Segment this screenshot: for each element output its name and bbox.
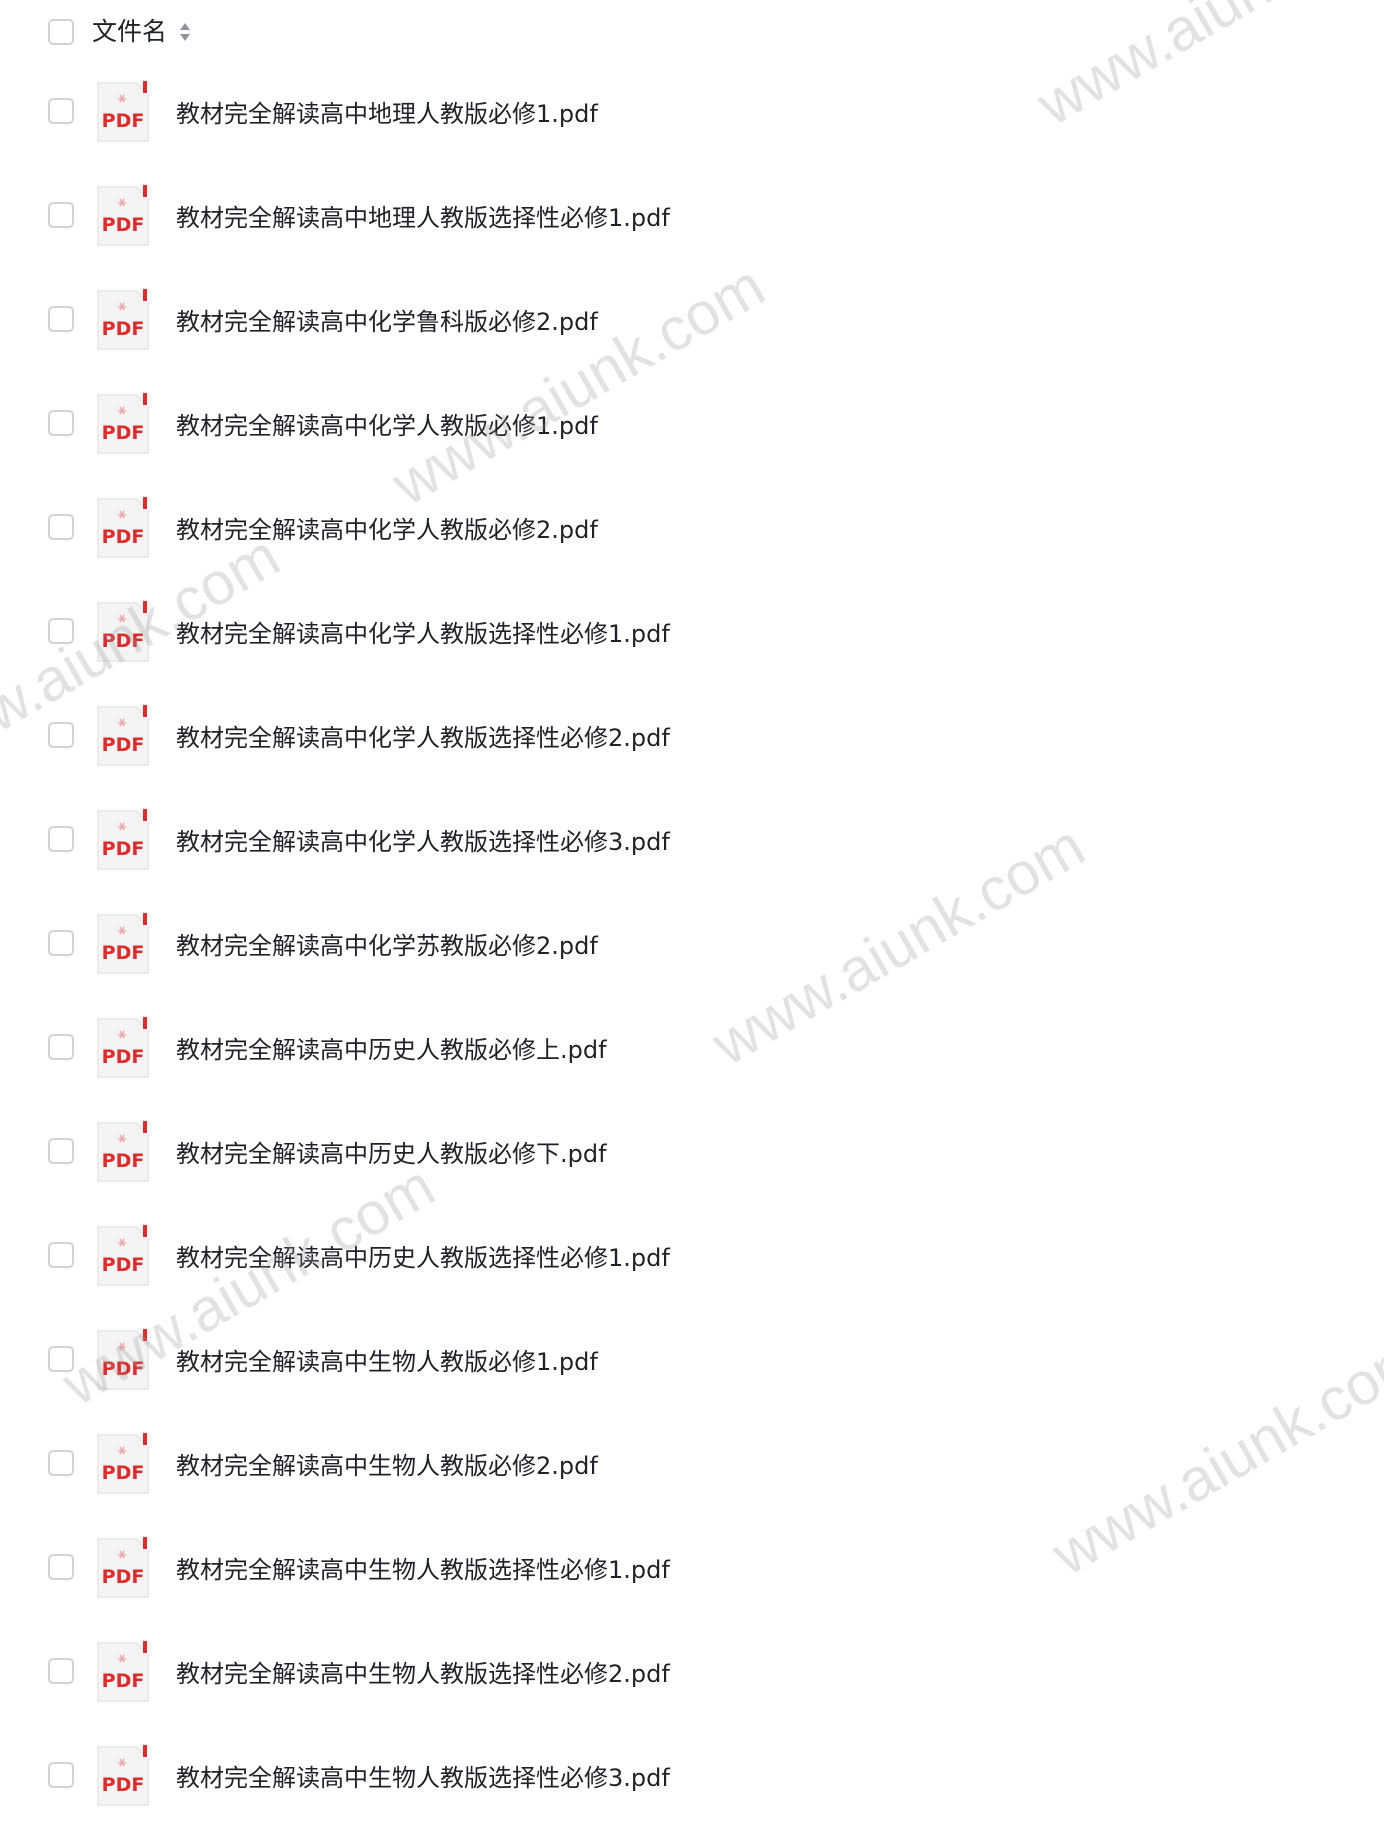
pdf-file-icon: PDF: [96, 913, 150, 975]
file-row[interactable]: PDF 教材完全解读高中化学人教版必修2.pdf: [0, 480, 1384, 584]
file-name[interactable]: 教材完全解读高中历史人教版必修上.pdf: [176, 1032, 607, 1068]
pdf-file-icon: PDF: [96, 497, 150, 559]
file-row[interactable]: PDF 教材完全解读高中地理人教版选择性必修1.pdf: [0, 168, 1384, 272]
pdf-file-icon: PDF: [96, 1433, 150, 1495]
file-checkbox[interactable]: [48, 1762, 74, 1788]
file-checkbox[interactable]: [48, 1658, 74, 1684]
pdf-badge-label: PDF: [102, 214, 145, 236]
file-name[interactable]: 教材完全解读高中化学人教版必修1.pdf: [176, 408, 598, 444]
file-checkbox[interactable]: [48, 1450, 74, 1476]
filename-column-header[interactable]: 文件名: [92, 14, 167, 50]
pdf-badge-label: PDF: [102, 734, 145, 756]
file-checkbox[interactable]: [48, 1034, 74, 1060]
pdf-badge-label: PDF: [102, 1566, 145, 1588]
file-checkbox[interactable]: [48, 1554, 74, 1580]
file-name[interactable]: 教材完全解读高中化学人教版必修2.pdf: [176, 512, 598, 548]
file-row[interactable]: PDF 教材完全解读高中历史人教版必修上.pdf: [0, 1000, 1384, 1104]
file-list-header: 文件名: [0, 0, 1384, 64]
pdf-badge-label: PDF: [102, 838, 145, 860]
file-checkbox[interactable]: [48, 1138, 74, 1164]
pdf-file-icon: PDF: [96, 809, 150, 871]
file-list: PDF 教材完全解读高中地理人教版必修1.pdf PDF 教材完全解读高中地理人…: [0, 64, 1384, 1832]
file-name[interactable]: 教材完全解读高中化学人教版选择性必修2.pdf: [176, 720, 670, 756]
file-row[interactable]: PDF 教材完全解读高中生物人教版选择性必修3.pdf: [0, 1728, 1384, 1832]
pdf-file-icon: PDF: [96, 1225, 150, 1287]
pdf-badge-label: PDF: [102, 1254, 145, 1276]
pdf-badge-label: PDF: [102, 318, 145, 340]
file-name[interactable]: 教材完全解读高中化学人教版选择性必修1.pdf: [176, 616, 670, 652]
file-checkbox[interactable]: [48, 1242, 74, 1268]
pdf-badge-label: PDF: [102, 1358, 145, 1380]
pdf-file-icon: PDF: [96, 601, 150, 663]
file-checkbox[interactable]: [48, 826, 74, 852]
file-name[interactable]: 教材完全解读高中化学苏教版必修2.pdf: [176, 928, 598, 964]
pdf-file-icon: PDF: [96, 705, 150, 767]
file-row[interactable]: PDF 教材完全解读高中历史人教版选择性必修1.pdf: [0, 1208, 1384, 1312]
file-row[interactable]: PDF 教材完全解读高中生物人教版选择性必修1.pdf: [0, 1520, 1384, 1624]
file-checkbox[interactable]: [48, 1346, 74, 1372]
file-checkbox[interactable]: [48, 306, 74, 332]
file-row[interactable]: PDF 教材完全解读高中生物人教版必修2.pdf: [0, 1416, 1384, 1520]
file-checkbox[interactable]: [48, 618, 74, 644]
file-row[interactable]: PDF 教材完全解读高中历史人教版必修下.pdf: [0, 1104, 1384, 1208]
pdf-badge-label: PDF: [102, 422, 145, 444]
pdf-badge-label: PDF: [102, 1462, 145, 1484]
file-row[interactable]: PDF 教材完全解读高中化学人教版选择性必修1.pdf: [0, 584, 1384, 688]
file-checkbox[interactable]: [48, 98, 74, 124]
file-row[interactable]: PDF 教材完全解读高中化学人教版选择性必修2.pdf: [0, 688, 1384, 792]
file-checkbox[interactable]: [48, 722, 74, 748]
file-name[interactable]: 教材完全解读高中地理人教版选择性必修1.pdf: [176, 200, 670, 236]
file-name[interactable]: 教材完全解读高中生物人教版必修1.pdf: [176, 1344, 598, 1380]
file-checkbox[interactable]: [48, 514, 74, 540]
pdf-badge-label: PDF: [102, 110, 145, 132]
file-row[interactable]: PDF 教材完全解读高中生物人教版必修1.pdf: [0, 1312, 1384, 1416]
pdf-file-icon: PDF: [96, 1537, 150, 1599]
pdf-file-icon: PDF: [96, 1017, 150, 1079]
pdf-badge-label: PDF: [102, 942, 145, 964]
pdf-badge-label: PDF: [102, 526, 145, 548]
pdf-file-icon: PDF: [96, 1329, 150, 1391]
file-name[interactable]: 教材完全解读高中生物人教版选择性必修2.pdf: [176, 1656, 670, 1692]
file-name[interactable]: 教材完全解读高中化学鲁科版必修2.pdf: [176, 304, 598, 340]
file-name[interactable]: 教材完全解读高中生物人教版选择性必修3.pdf: [176, 1760, 670, 1796]
pdf-file-icon: PDF: [96, 1121, 150, 1183]
file-row[interactable]: PDF 教材完全解读高中化学人教版选择性必修3.pdf: [0, 792, 1384, 896]
pdf-badge-label: PDF: [102, 1150, 145, 1172]
file-checkbox[interactable]: [48, 930, 74, 956]
file-name[interactable]: 教材完全解读高中历史人教版选择性必修1.pdf: [176, 1240, 670, 1276]
pdf-badge-label: PDF: [102, 1046, 145, 1068]
pdf-file-icon: PDF: [96, 393, 150, 455]
pdf-file-icon: PDF: [96, 81, 150, 143]
file-checkbox[interactable]: [48, 202, 74, 228]
file-row[interactable]: PDF 教材完全解读高中化学人教版必修1.pdf: [0, 376, 1384, 480]
pdf-file-icon: PDF: [96, 1745, 150, 1807]
file-checkbox[interactable]: [48, 410, 74, 436]
select-all-checkbox[interactable]: [48, 19, 74, 45]
sort-icon[interactable]: [178, 20, 192, 44]
file-name[interactable]: 教材完全解读高中历史人教版必修下.pdf: [176, 1136, 607, 1172]
file-row[interactable]: PDF 教材完全解读高中化学鲁科版必修2.pdf: [0, 272, 1384, 376]
pdf-file-icon: PDF: [96, 289, 150, 351]
file-row[interactable]: PDF 教材完全解读高中化学苏教版必修2.pdf: [0, 896, 1384, 1000]
file-name[interactable]: 教材完全解读高中生物人教版选择性必修1.pdf: [176, 1552, 670, 1588]
pdf-badge-label: PDF: [102, 1670, 145, 1692]
pdf-badge-label: PDF: [102, 1774, 145, 1796]
file-row[interactable]: PDF 教材完全解读高中生物人教版选择性必修2.pdf: [0, 1624, 1384, 1728]
file-name[interactable]: 教材完全解读高中化学人教版选择性必修3.pdf: [176, 824, 670, 860]
pdf-badge-label: PDF: [102, 630, 145, 652]
pdf-file-icon: PDF: [96, 185, 150, 247]
pdf-file-icon: PDF: [96, 1641, 150, 1703]
file-name[interactable]: 教材完全解读高中生物人教版必修2.pdf: [176, 1448, 598, 1484]
file-row[interactable]: PDF 教材完全解读高中地理人教版必修1.pdf: [0, 64, 1384, 168]
file-name[interactable]: 教材完全解读高中地理人教版必修1.pdf: [176, 96, 598, 132]
